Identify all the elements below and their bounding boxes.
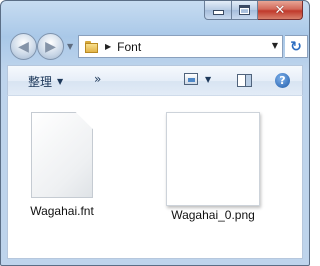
close-icon: ✕ bbox=[274, 2, 286, 18]
caption-buttons: ✕ bbox=[204, 1, 303, 21]
minimize-icon bbox=[212, 10, 224, 15]
minimize-button[interactable] bbox=[204, 1, 232, 20]
organize-label: 整理 bbox=[28, 75, 53, 89]
chevron-down-icon: ▼ bbox=[205, 74, 212, 84]
forward-arrow-icon: ▶ bbox=[45, 38, 56, 55]
folder-icon bbox=[85, 40, 99, 54]
refresh-icon: ↻ bbox=[290, 38, 302, 55]
more-commands-button[interactable]: » bbox=[94, 72, 101, 86]
address-bar[interactable]: ▶ Font ▼ bbox=[78, 35, 283, 58]
command-bar: 整理 ▼ » ▼ ? bbox=[7, 65, 303, 96]
change-view-button[interactable]: ▼ bbox=[184, 73, 211, 85]
breadcrumb-font[interactable]: Font bbox=[117, 40, 141, 54]
views-icon bbox=[184, 73, 198, 85]
address-dropdown-icon[interactable]: ▼ bbox=[272, 41, 278, 50]
chevron-down-icon: ▼ bbox=[57, 77, 64, 86]
organize-menu-button[interactable]: 整理 ▼ bbox=[28, 73, 63, 90]
generic-file-icon bbox=[7, 112, 117, 198]
back-arrow-icon: ◀ bbox=[18, 38, 29, 55]
file-list-area: Wagahai.fnt Wagahai_0.png bbox=[7, 95, 303, 259]
file-item-fnt[interactable]: Wagahai.fnt bbox=[7, 112, 117, 218]
forward-button[interactable]: ▶ bbox=[37, 33, 64, 60]
recent-pages-dropdown[interactable]: ▼ bbox=[67, 42, 73, 51]
refresh-button[interactable]: ↻ bbox=[285, 35, 308, 58]
close-button[interactable]: ✕ bbox=[258, 1, 303, 20]
maximize-icon bbox=[239, 5, 250, 15]
file-name: Wagahai.fnt bbox=[30, 204, 94, 218]
breadcrumb-arrow-icon[interactable]: ▶ bbox=[105, 42, 111, 51]
explorer-window: ✕ ◀ ▶ ▼ ▶ Font ▼ ↻ 整理 ▼ » ▼ ? Wagahai.fn… bbox=[0, 0, 310, 266]
preview-pane-button[interactable] bbox=[237, 74, 252, 87]
back-button[interactable]: ◀ bbox=[10, 33, 37, 60]
image-thumbnail bbox=[166, 112, 260, 206]
file-item-png[interactable]: Wagahai_0.png bbox=[158, 112, 268, 222]
navigation-bar: ◀ ▶ ▼ ▶ Font ▼ ↻ bbox=[1, 28, 309, 64]
file-name: Wagahai_0.png bbox=[171, 208, 255, 222]
help-icon[interactable]: ? bbox=[275, 73, 290, 88]
maximize-button[interactable] bbox=[232, 1, 258, 20]
